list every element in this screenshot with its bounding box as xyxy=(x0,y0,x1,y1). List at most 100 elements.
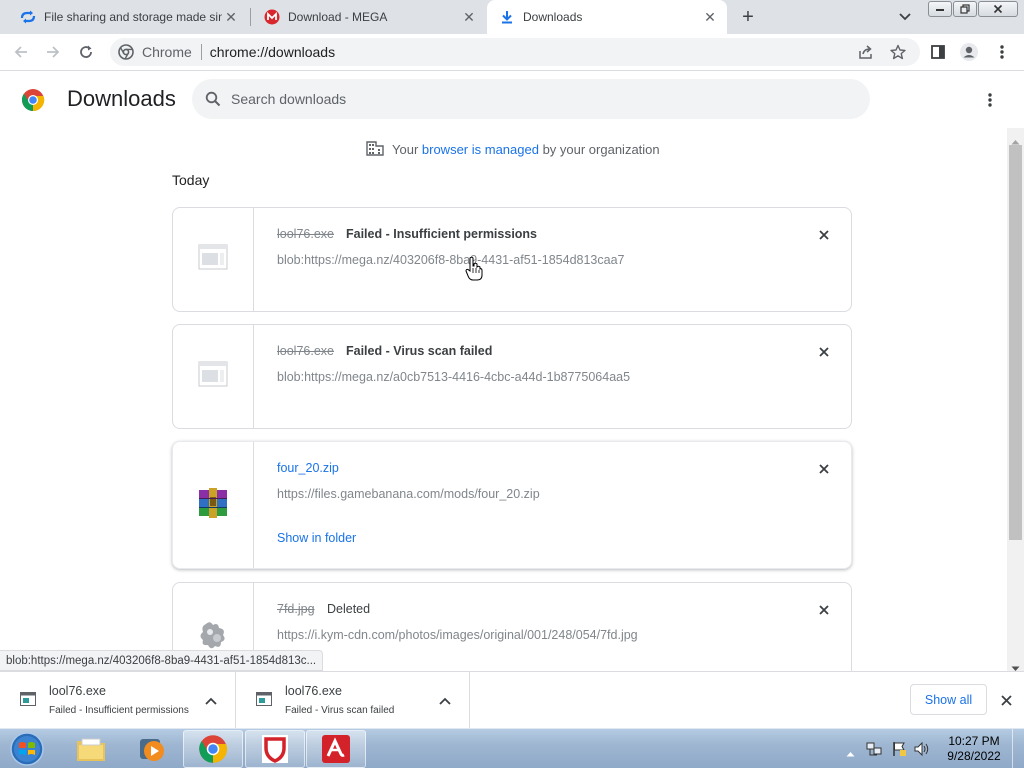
share-icon[interactable] xyxy=(856,42,876,62)
file-explorer-icon[interactable] xyxy=(61,730,121,768)
clock-time: 10:27 PM xyxy=(948,734,1000,748)
cloud-arrows-icon xyxy=(20,9,36,25)
reload-icon[interactable] xyxy=(76,42,96,62)
profile-avatar-icon[interactable] xyxy=(959,42,979,62)
download-url[interactable]: https://i.kym-cdn.com/photos/images/orig… xyxy=(277,628,638,642)
download-status: Failed - Virus scan failed xyxy=(346,344,493,358)
avira-icon[interactable] xyxy=(306,730,366,768)
archive-file-icon xyxy=(197,487,229,524)
tab-strip: File sharing and storage made simple ✕ D… xyxy=(0,0,1024,34)
shelf-item[interactable]: lool76.exe Failed - Virus scan failed xyxy=(236,672,470,728)
chevron-up-icon[interactable] xyxy=(439,692,453,706)
close-icon[interactable]: ✕ xyxy=(460,8,478,26)
building-icon xyxy=(366,140,384,158)
download-url[interactable]: blob:https://mega.nz/a0cb7513-4416-4cbc-… xyxy=(277,370,630,384)
remove-item-close-icon[interactable] xyxy=(815,601,833,619)
shelf-file-status: Failed - Insufficient permissions xyxy=(49,705,189,716)
file-icon-column xyxy=(173,442,254,568)
system-clock[interactable]: 10:27 PM 9/28/2022 xyxy=(942,734,1006,764)
volume-icon[interactable] xyxy=(914,741,930,757)
tray-expand-chevron-icon[interactable] xyxy=(846,744,855,762)
file-name: lool76.exe xyxy=(277,344,334,358)
download-status: Failed - Insufficient permissions xyxy=(346,227,538,241)
chrome-logo-icon xyxy=(21,88,45,112)
browser-toolbar: Chrome chrome://downloads xyxy=(0,34,1024,71)
shelf-file-name: lool76.exe xyxy=(49,684,106,698)
bookmark-star-icon[interactable] xyxy=(888,42,908,62)
shelf-file-status: Failed - Virus scan failed xyxy=(285,705,395,716)
clock-date: 9/28/2022 xyxy=(947,749,1001,763)
tab-file-sharing[interactable]: File sharing and storage made simple ✕ xyxy=(8,0,248,34)
hand-cursor-icon xyxy=(465,256,483,282)
file-name: lool76.exe xyxy=(277,227,334,241)
back-arrow-icon[interactable] xyxy=(11,42,31,62)
forward-arrow-icon[interactable] xyxy=(43,42,63,62)
search-icon xyxy=(205,91,221,107)
download-shelf: lool76.exe Failed - Insufficient permiss… xyxy=(0,671,1024,728)
show-in-folder-link[interactable]: Show in folder xyxy=(277,531,356,545)
chevron-down-icon[interactable] xyxy=(896,8,914,26)
new-tab-button[interactable]: + xyxy=(737,6,759,28)
close-window-button[interactable] xyxy=(978,1,1018,17)
download-icon xyxy=(499,9,515,25)
page-title: Downloads xyxy=(67,86,176,111)
side-panel-icon[interactable] xyxy=(928,42,948,62)
url-text: chrome://downloads xyxy=(209,44,336,60)
restore-button[interactable] xyxy=(953,1,977,17)
managed-suffix: by your organization xyxy=(538,141,660,157)
more-vert-icon[interactable] xyxy=(992,42,1012,62)
site-chip-label: Chrome xyxy=(142,44,192,60)
managed-notice: Your browser is managed by your organiza… xyxy=(366,140,660,158)
remove-item-close-icon[interactable] xyxy=(815,343,833,361)
file-name-link[interactable]: four_20.zip xyxy=(277,461,339,475)
download-item: lool76.exe Failed - Virus scan failed bl… xyxy=(172,324,852,429)
shelf-file-name: lool76.exe xyxy=(285,684,342,698)
exe-file-icon xyxy=(256,692,272,706)
mega-logo-icon xyxy=(264,9,280,25)
exe-file-icon xyxy=(198,361,228,392)
close-icon[interactable] xyxy=(997,691,1015,709)
exe-file-icon xyxy=(20,692,36,706)
close-icon[interactable]: ✕ xyxy=(222,8,240,26)
file-icon-column xyxy=(173,325,254,428)
file-icon-column xyxy=(173,208,254,311)
media-player-icon[interactable] xyxy=(122,730,182,768)
network-icon[interactable] xyxy=(866,741,882,757)
shield-app-icon[interactable] xyxy=(245,730,305,768)
show-desktop-button[interactable] xyxy=(1012,729,1024,769)
file-name: 7fd.jpg xyxy=(277,602,315,616)
shelf-item[interactable]: lool76.exe Failed - Insufficient permiss… xyxy=(0,672,236,728)
remove-item-close-icon[interactable] xyxy=(815,460,833,478)
download-item: four_20.zip https://files.gamebanana.com… xyxy=(172,441,852,569)
minimize-button[interactable] xyxy=(928,1,952,17)
download-status: Deleted xyxy=(327,602,371,616)
managed-prefix: Your xyxy=(392,141,422,157)
tab-mega-download[interactable]: Download - MEGA ✕ xyxy=(252,0,486,34)
section-heading: Today xyxy=(172,172,210,188)
search-input[interactable] xyxy=(231,91,831,107)
close-icon[interactable]: ✕ xyxy=(701,8,719,26)
remove-item-close-icon[interactable] xyxy=(815,226,833,244)
action-center-flag-icon[interactable] xyxy=(891,741,907,757)
managed-link[interactable]: browser is managed xyxy=(422,142,539,157)
chrome-taskbar-icon[interactable] xyxy=(183,730,243,768)
page-scrollbar[interactable] xyxy=(1007,128,1024,671)
download-url[interactable]: https://files.gamebanana.com/mods/four_2… xyxy=(277,487,540,501)
chevron-up-icon[interactable] xyxy=(205,692,219,706)
address-bar[interactable]: Chrome chrome://downloads xyxy=(110,38,920,66)
exe-file-icon xyxy=(198,244,228,275)
start-button[interactable] xyxy=(0,730,54,768)
tab-downloads[interactable]: Downloads ✕ xyxy=(487,0,727,34)
tab-title: File sharing and storage made simple xyxy=(44,10,222,24)
link-status-bubble: blob:https://mega.nz/403206f8-8ba9-4431-… xyxy=(0,650,324,671)
more-vert-icon[interactable] xyxy=(988,92,992,108)
downloads-header: Downloads xyxy=(0,72,1024,128)
show-all-button[interactable]: Show all xyxy=(910,684,987,715)
tab-title: Download - MEGA xyxy=(288,10,388,24)
tab-title: Downloads xyxy=(523,10,583,24)
windows-taskbar: 10:27 PM 9/28/2022 xyxy=(0,728,1024,769)
download-url[interactable]: blob:https://mega.nz/403206f8-8ba9-4431-… xyxy=(277,253,625,267)
download-item: lool76.exe Failed - Insufficient permiss… xyxy=(172,207,852,312)
search-bar[interactable] xyxy=(192,79,870,119)
scroll-thumb[interactable] xyxy=(1009,145,1022,540)
